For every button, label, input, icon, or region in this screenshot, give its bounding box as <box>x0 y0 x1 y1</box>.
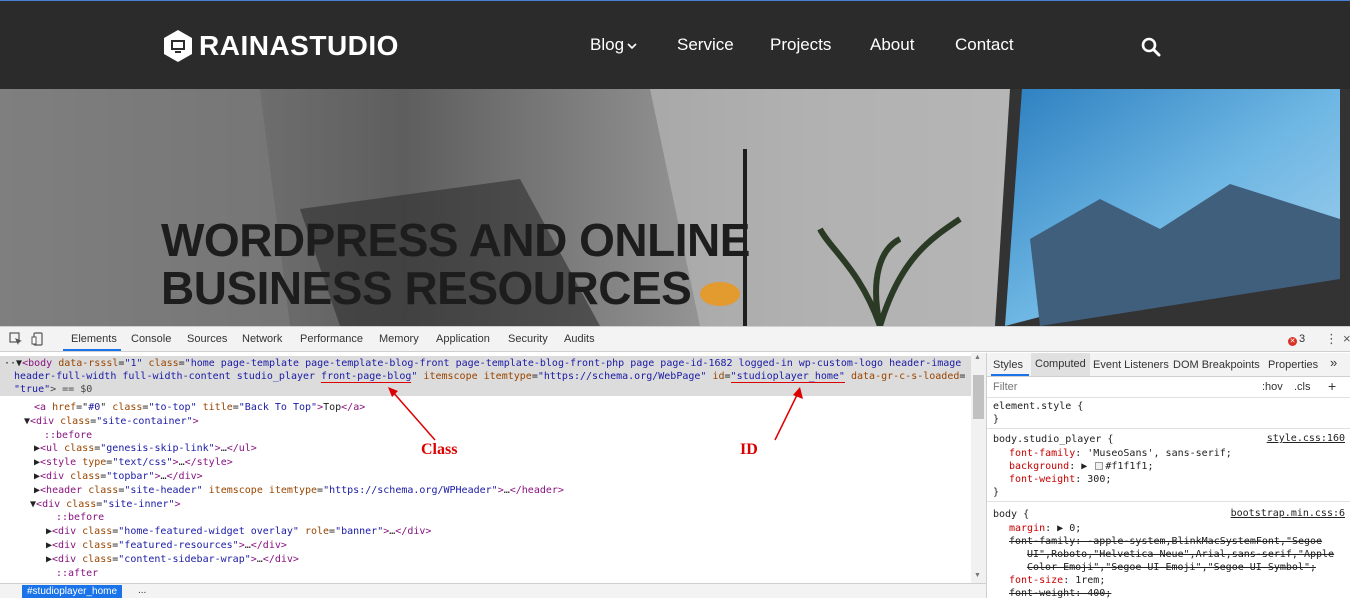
rule-prop-font-weight[interactable]: font-weight: 300; <box>1009 473 1111 486</box>
rule-separator <box>987 501 1350 502</box>
rule-prop-font-size[interactable]: font-size: 1rem; <box>1009 574 1105 587</box>
logo-text: RAINASTUDIO <box>199 30 399 61</box>
error-icon: ✕ <box>1288 337 1297 346</box>
tab-elements[interactable]: Elements <box>71 333 117 345</box>
dom-node-row[interactable]: ▶<div class="content-sidebar-wrap">…</di… <box>46 553 299 566</box>
dom-node-row[interactable]: ▶<header class="site-header" itemscope i… <box>34 484 564 497</box>
dom-node-row[interactable]: ▶<div class="featured-resources">…</div> <box>46 539 287 552</box>
dom-node-row[interactable]: ▼<div class="site-container"> <box>24 415 199 428</box>
styles-tabbar: Styles Computed Event Listeners DOM Brea… <box>987 353 1350 377</box>
tab-sources[interactable]: Sources <box>187 333 227 345</box>
dom-body-line-2[interactable]: header-full-width full-width-content stu… <box>14 370 965 383</box>
site-logo[interactable]: RAINASTUDIO <box>163 28 399 64</box>
nav-blog-label: Blog <box>590 35 625 54</box>
more-tabs-icon[interactable]: » <box>1330 355 1337 370</box>
active-tab-indicator <box>63 349 121 351</box>
tab-performance[interactable]: Performance <box>300 333 363 345</box>
annotation-arrows <box>388 387 803 441</box>
scroll-up-icon[interactable]: ▲ <box>974 354 981 361</box>
nav-blog[interactable]: Blog <box>590 35 637 55</box>
tab-application[interactable]: Application <box>436 333 490 345</box>
tab-audits[interactable]: Audits <box>564 333 595 345</box>
rule-body-selector[interactable]: body { <box>993 508 1029 521</box>
add-rule-icon[interactable]: + <box>1328 378 1336 394</box>
rule-element-style-close: } <box>993 414 1000 425</box>
rule-studio-player-source[interactable]: style.css:160 <box>1267 433 1345 444</box>
nav-contact[interactable]: Contact <box>955 35 1014 55</box>
rule-studio-player-close: } <box>993 487 1000 498</box>
dom-node-row[interactable]: <a href="#0" class="to-top" title="Back … <box>34 401 365 414</box>
hero-title-line-1: WORDPRESS AND ONLINE <box>161 214 750 266</box>
dom-node-row[interactable]: ▶<div class="topbar">…</div> <box>34 470 203 483</box>
class-front-page-blog: front-page-blog <box>321 371 412 383</box>
hero-banner: WORDPRESS AND ONLINE BUSINESS RESOURCES <box>0 89 1350 326</box>
rule-element-style-selector[interactable]: element.style { <box>993 400 1083 413</box>
rule-body-source[interactable]: bootstrap.min.css:6 <box>1231 508 1345 519</box>
inspect-element-icon[interactable] <box>9 332 23 351</box>
id-studioplayer-home: "studioplayer_home" <box>730 371 845 383</box>
close-devtools-icon[interactable]: × <box>1343 331 1350 346</box>
nav-about[interactable]: About <box>870 35 914 55</box>
nav-service[interactable]: Service <box>677 35 734 55</box>
styles-filter-input[interactable] <box>993 381 1193 393</box>
dom-node-row[interactable]: ::before <box>56 511 104 524</box>
styles-pane: Styles Computed Event Listeners DOM Brea… <box>986 353 1350 598</box>
hero-title: WORDPRESS AND ONLINE BUSINESS RESOURCES <box>161 217 750 313</box>
tab-properties[interactable]: Properties <box>1268 359 1318 371</box>
tab-security[interactable]: Security <box>508 333 548 345</box>
rule-prop-font-weight-overridden[interactable]: font-weight: 400; <box>1009 587 1111 598</box>
rule-studio-player-selector[interactable]: body.studio_player { <box>993 433 1113 446</box>
dom-node-row[interactable]: ▶<div class="home-featured-widget overla… <box>46 525 431 538</box>
color-swatch[interactable] <box>1095 462 1104 470</box>
rule-prop-font-family-overridden-3: Color Emoji","Segoe UI Emoji","Segoe UI … <box>1027 562 1316 573</box>
dom-node-row[interactable]: ::before <box>44 429 92 442</box>
devtools-tabbar: Elements Console Sources Network Perform… <box>0 327 1350 352</box>
logo-hexagon-icon <box>163 29 193 63</box>
tab-dom-breakpoints[interactable]: DOM Breakpoints <box>1173 359 1260 371</box>
device-toolbar-icon[interactable] <box>31 332 45 351</box>
tab-console[interactable]: Console <box>131 333 171 345</box>
rule-prop-font-family[interactable]: font-family: 'MuseoSans', sans-serif; <box>1009 447 1232 460</box>
more-options-icon[interactable]: ⋮ <box>1325 331 1338 347</box>
error-count-badge[interactable]: ✕ 3 <box>1288 333 1305 346</box>
elements-scrollbar[interactable]: ▲ ▼ <box>971 353 986 583</box>
styles-filterbar: :hov .cls + <box>987 377 1350 398</box>
hero-title-line-2: BUSINESS RESOURCES <box>161 262 692 314</box>
breadcrumb-more[interactable]: ... <box>138 585 146 596</box>
rule-prop-font-family-overridden-2: UI",Roboto,"Helvetica Neue",Arial,sans-s… <box>1027 549 1335 560</box>
class-toggle[interactable]: .cls <box>1294 381 1311 393</box>
dom-node-row[interactable]: ▶<ul class="genesis-skip-link">…</ul> <box>34 442 257 455</box>
search-icon[interactable] <box>1141 37 1161 62</box>
hover-state-toggle[interactable]: :hov <box>1262 381 1283 393</box>
rule-separator <box>987 428 1350 429</box>
tab-event-listeners[interactable]: Event Listeners <box>1093 359 1169 371</box>
tab-network[interactable]: Network <box>242 333 282 345</box>
tab-computed[interactable]: Computed <box>1031 353 1090 376</box>
scroll-down-icon[interactable]: ▼ <box>974 572 981 579</box>
dom-node-row[interactable]: ::after <box>56 567 98 580</box>
styles-tab-indicator <box>991 374 1029 376</box>
scrollbar-thumb[interactable] <box>973 375 984 419</box>
dom-node-row[interactable]: ▶<style type="text/css">…</style> <box>34 456 233 469</box>
rule-prop-margin[interactable]: margin: ▶ 0; <box>1009 522 1081 535</box>
breadcrumb-selected-node[interactable]: #studioplayer_home <box>22 585 123 598</box>
dom-body-line-3[interactable]: "true"> == $0 <box>14 383 92 396</box>
error-count: 3 <box>1299 333 1306 345</box>
nav-projects[interactable]: Projects <box>770 35 831 55</box>
rule-prop-background[interactable]: background: ▶ #f1f1f1; <box>1009 460 1153 473</box>
chevron-down-icon <box>627 35 637 55</box>
dom-node-row[interactable]: ▼<div class="site-inner"> <box>24 498 181 511</box>
devtools-panel: Elements Console Sources Network Perform… <box>0 326 1350 598</box>
dom-breadcrumb: #studioplayer_home ... <box>0 583 986 598</box>
tab-memory[interactable]: Memory <box>379 333 419 345</box>
rule-prop-font-family-overridden[interactable]: font-family: -apple-system,BlinkMacSyste… <box>1009 535 1322 548</box>
site-header: RAINASTUDIO Blog Service Projects About … <box>0 0 1350 89</box>
dom-body-line-1[interactable]: ··▼<body data-rsssl="1" class="home page… <box>4 357 961 370</box>
tab-styles[interactable]: Styles <box>993 359 1023 371</box>
